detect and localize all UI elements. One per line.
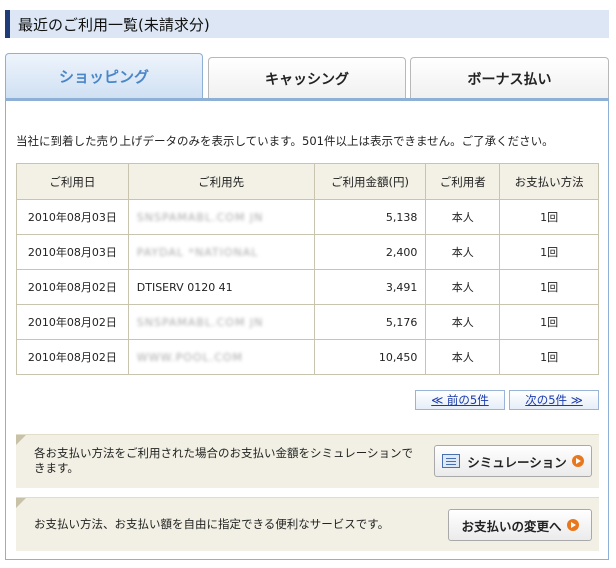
cell-date: 2010年08月03日 <box>16 234 129 270</box>
column-header-merchant: ご利用先 <box>127 163 315 200</box>
cell-amount: 3,491 <box>313 269 427 305</box>
cell-amount: 5,138 <box>313 199 427 235</box>
cell-payment-method: 1回 <box>499 304 599 340</box>
table-row: 2010年08月02日 SNSPAMABL.COM JN 5,176 本人 1回 <box>16 304 599 340</box>
tab-bar: ショッピング キャッシング ボーナス払い <box>5 53 609 99</box>
next-page-button[interactable]: 次の5件 ≫ <box>509 390 599 410</box>
merchant-name: WWW.POOL.COM <box>136 350 244 364</box>
merchant-name: SNSPAMABL.COM JN <box>136 210 264 224</box>
cell-user: 本人 <box>425 339 501 375</box>
tab-cashing[interactable]: キャッシング <box>208 57 406 99</box>
simulation-box: 各お支払い方法をご利用された場合のお支払い金額をシミュレーションできます。 シミ… <box>16 434 599 488</box>
usage-table: ご利用日 ご利用先 ご利用金額(円) ご利用者 お支払い方法 2010年08月0… <box>16 163 599 375</box>
payment-change-button-label: お支払いの変更へ <box>461 518 562 534</box>
cell-payment-method: 1回 <box>499 234 599 270</box>
column-header-user: ご利用者 <box>425 163 501 200</box>
merchant-name: PAYDAL *NATIONAL <box>136 245 259 259</box>
arrow-right-icon <box>571 455 584 467</box>
page-title-text: 最近のご利用一覧(未請求分) <box>18 15 210 34</box>
data-notice: 当社に到着した売り上げデータのみを表示しています。501件以上は表示できません。… <box>16 134 554 148</box>
cell-merchant: PAYDAL *NATIONAL <box>127 234 315 270</box>
table-header-row: ご利用日 ご利用先 ご利用金額(円) ご利用者 お支払い方法 <box>16 163 599 200</box>
cell-date: 2010年08月02日 <box>16 269 129 305</box>
cell-date: 2010年08月02日 <box>16 339 129 375</box>
cell-payment-method: 1回 <box>499 339 599 375</box>
arrow-right-icon <box>566 519 579 531</box>
column-header-date: ご利用日 <box>16 163 129 200</box>
cell-user: 本人 <box>425 234 501 270</box>
cell-payment-method: 1回 <box>499 199 599 235</box>
table-row: 2010年08月02日 WWW.POOL.COM 10,450 本人 1回 <box>16 339 599 375</box>
table-row: 2010年08月03日 SNSPAMABL.COM JN 5,138 本人 1回 <box>16 199 599 235</box>
tab-bonus-payment-label: ボーナス払い <box>467 71 552 88</box>
prev-page-button[interactable]: ≪ 前の5件 <box>415 390 505 410</box>
table-row: 2010年08月02日 DTISERV 0120 41 3,491 本人 1回 <box>16 269 599 305</box>
tab-shopping-label: ショッピング <box>58 68 149 86</box>
cell-user: 本人 <box>425 269 501 305</box>
cell-merchant: DTISERV 0120 41 <box>127 269 315 305</box>
cell-amount: 2,400 <box>313 234 427 270</box>
usage-panel: 当社に到着した売り上げデータのみを表示しています。501件以上は表示できません。… <box>5 98 609 560</box>
cell-amount: 5,176 <box>313 304 427 340</box>
calculator-icon <box>442 454 461 468</box>
column-header-payment-method: お支払い方法 <box>499 163 599 200</box>
cell-date: 2010年08月02日 <box>16 304 129 340</box>
cell-payment-method: 1回 <box>499 269 599 305</box>
corner-decoration <box>16 498 26 508</box>
cell-merchant: WWW.POOL.COM <box>127 339 315 375</box>
cell-merchant: SNSPAMABL.COM JN <box>127 199 315 235</box>
simulation-description: 各お支払い方法をご利用された場合のお支払い金額をシミュレーションできます。 <box>34 446 414 475</box>
tab-shopping[interactable]: ショッピング <box>5 53 203 99</box>
payment-change-button[interactable]: お支払いの変更へ <box>448 509 592 541</box>
tab-cashing-label: キャッシング <box>265 71 349 88</box>
page-title: 最近のご利用一覧(未請求分) <box>5 10 609 38</box>
payment-change-box: お支払い方法、お支払い額を自由に指定できる便利なサービスです。 お支払いの変更へ <box>16 497 599 551</box>
merchant-name: DTISERV 0120 41 <box>136 280 233 294</box>
cell-user: 本人 <box>425 304 501 340</box>
cell-date: 2010年08月03日 <box>16 199 129 235</box>
cell-user: 本人 <box>425 199 501 235</box>
tab-bonus-payment[interactable]: ボーナス払い <box>410 57 609 99</box>
simulation-button-label: シミュレーション <box>467 454 567 470</box>
column-header-amount: ご利用金額(円) <box>313 163 427 200</box>
merchant-name: SNSPAMABL.COM JN <box>136 315 264 329</box>
table-row: 2010年08月03日 PAYDAL *NATIONAL 2,400 本人 1回 <box>16 234 599 270</box>
cell-amount: 10,450 <box>313 339 427 375</box>
corner-decoration <box>16 435 26 445</box>
simulation-button[interactable]: シミュレーション <box>434 445 592 477</box>
payment-change-description: お支払い方法、お支払い額を自由に指定できる便利なサービスです。 <box>34 517 390 531</box>
cell-merchant: SNSPAMABL.COM JN <box>127 304 315 340</box>
